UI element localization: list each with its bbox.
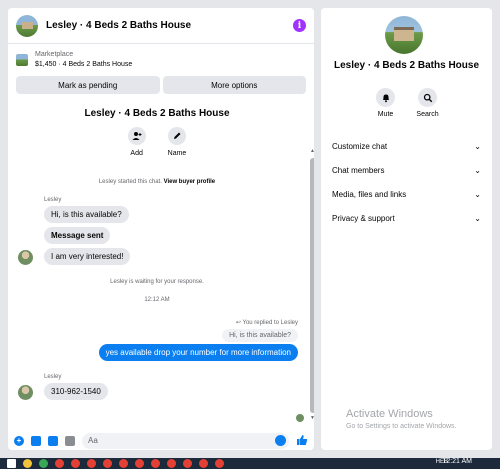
menu-item-label: Media, files and links [332,189,407,199]
thread-title: Lesley · 4 Beds 2 Baths House [84,108,230,119]
conversation-large-avatar[interactable] [385,16,423,54]
add-person-icon [127,127,146,145]
chevron-down-icon: ⌄ [474,165,481,175]
mute-label: Mute [377,111,394,118]
chrome-icon[interactable] [215,459,224,468]
chat-members-item[interactable]: Chat members ⌄ [321,158,492,182]
chrome-icon[interactable] [135,459,144,468]
chrome-icon[interactable] [119,459,128,468]
message-input[interactable]: Aa [82,432,289,449]
listing-category: Marketplace [35,51,74,58]
pencil-icon [168,127,186,145]
replied-to-text: You replied to Lesley [242,320,299,326]
listing-price: $1,450 · 4 Beds 2 Baths House [35,61,133,68]
media-files-links-item[interactable]: Media, files and links ⌄ [321,182,492,206]
windows-start-icon[interactable] [7,459,16,468]
chrome-icon[interactable] [151,459,160,468]
incoming-message[interactable]: 310-962-1540 [44,383,108,400]
message-input-placeholder: Aa [88,436,98,445]
seen-avatar [296,414,304,422]
message-row: 310-962-1540 [18,383,306,400]
chrome-icon[interactable] [103,459,112,468]
scrollbar-thumb[interactable] [310,158,314,413]
outgoing-message[interactable]: yes available drop your number for more … [98,344,298,361]
chevron-down-icon: ⌄ [474,213,481,223]
started-text: Lesley started this chat. [98,179,162,185]
taskbar-app-icon[interactable] [23,459,32,468]
chrome-icon[interactable] [87,459,96,468]
incoming-message[interactable]: I am very interested! [44,248,131,265]
watermark-title: Activate Windows [346,408,433,420]
info-menu: Customize chat ⌄ Chat members ⌄ Media, fil… [321,134,492,230]
menu-item-label: Chat members [332,165,385,175]
name-label: Name [167,150,187,157]
chat-started-notice: Lesley started this chat. View buyer pro… [8,179,306,185]
taskbar-app-icon[interactable] [39,459,48,468]
privacy-support-item[interactable]: Privacy & support ⌄ [321,206,492,230]
incoming-message[interactable]: Message sent [44,227,111,244]
activate-windows-watermark: Activate Windows Go to Settings to activ… [346,408,457,430]
mark-as-pending-button[interactable]: Mark as pending [16,76,160,94]
sender-avatar[interactable] [18,250,33,265]
menu-item-label: Privacy & support [332,213,395,223]
menu-item-label: Customize chat [332,141,388,151]
message-row: I am very interested! [18,248,306,265]
photo-icon[interactable] [31,435,41,446]
message-list: Lesley · 4 Beds 2 Baths House Add Name L… [8,100,306,426]
sender-name: Lesley [44,374,62,380]
thumbs-up-icon[interactable] [296,434,308,448]
chat-header: Lesley · 4 Beds 2 Baths House i [8,8,314,44]
name-button[interactable]: Name [167,127,187,157]
message-row: Message sent [18,227,306,244]
add-label: Add [130,150,143,157]
chat-title[interactable]: Lesley · 4 Beds 2 Baths House [46,20,293,31]
view-buyer-profile-link[interactable]: View buyer profile [164,179,216,185]
chrome-icon[interactable] [71,459,80,468]
customize-chat-item[interactable]: Customize chat ⌄ [321,134,492,158]
search-icon [418,88,437,107]
chrome-icon[interactable] [55,459,64,468]
scroll-up-icon[interactable]: ▲ [310,148,314,154]
chevron-down-icon: ⌄ [474,189,481,199]
add-person-button[interactable]: Add [127,127,146,157]
info-title: Lesley · 4 Beds 2 Baths House [333,60,480,71]
plus-icon[interactable]: + [14,435,24,446]
chevron-down-icon: ⌄ [474,141,481,151]
search-button[interactable]: Search [416,88,439,118]
watermark-subtitle: Go to Settings to activate Windows. [346,423,457,430]
chrome-icon[interactable] [183,459,192,468]
quoted-message[interactable]: Hi, is this available? [222,329,298,342]
chrome-icon[interactable] [167,459,176,468]
incoming-message[interactable]: Hi, is this available? [44,206,129,223]
message-timestamp: 12:12 AM [144,297,170,303]
info-icon[interactable]: i [293,19,306,32]
emoji-icon[interactable] [275,434,286,446]
sender-name: Lesley [44,197,62,203]
waiting-notice: Lesley is waiting for your response. [110,279,204,285]
mute-button[interactable]: Mute [375,88,397,118]
bell-icon [376,88,395,107]
listing-summary[interactable]: Marketplace $1,450 · 4 Beds 2 Baths Hous… [8,44,314,74]
composer: + Aa [8,431,314,450]
taskbar: HEB 12:21 AM [0,458,500,469]
sender-avatar[interactable] [18,385,33,400]
clock[interactable]: 12:21 AM [442,458,472,465]
conversation-avatar[interactable] [16,14,38,37]
sticker-icon[interactable] [48,435,58,446]
chat-panel: Lesley · 4 Beds 2 Baths House i Marketpl… [8,8,314,450]
conversation-info-panel: Lesley · 4 Beds 2 Baths House Mute Searc… [321,8,492,450]
reply-indicator: ↩ You replied to Lesley [8,319,306,326]
message-row: Hi, is this available? [18,206,306,223]
scroll-down-icon[interactable]: ▼ [310,415,314,421]
chrome-icon[interactable] [199,459,208,468]
gif-icon[interactable] [65,435,75,446]
reply-arrow-icon: ↩ [235,320,243,326]
more-options-button[interactable]: More options [162,76,306,94]
listing-thumbnail [16,54,28,66]
search-label: Search [416,111,439,118]
